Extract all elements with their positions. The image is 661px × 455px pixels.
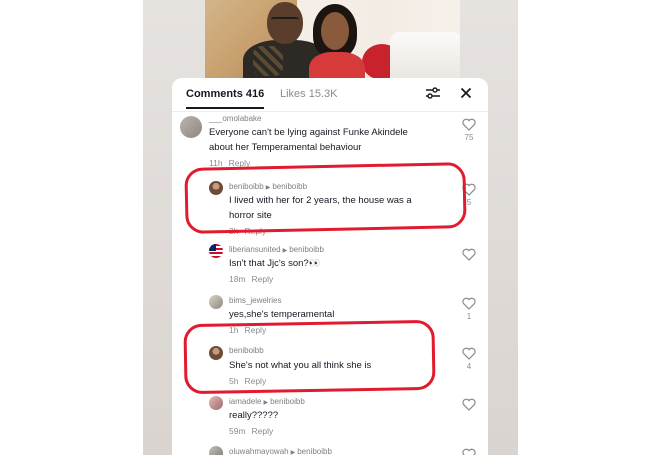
like-count: 4 (466, 362, 472, 371)
reply-to-username[interactable]: beniboibb (297, 447, 332, 455)
avatar[interactable] (209, 396, 223, 410)
reply-button[interactable]: Reply (252, 274, 274, 284)
avatar[interactable] (209, 295, 223, 309)
username-text[interactable]: oluwahmayowah (229, 447, 289, 455)
heart-outline-icon[interactable] (462, 118, 476, 131)
reply-button[interactable]: Reply (229, 158, 251, 168)
username-text[interactable]: liberiansunited (229, 245, 281, 254)
comment-text-line: She's not what you all think she is (229, 360, 372, 371)
reply-to-username[interactable]: beniboibb (289, 245, 324, 254)
like-count: 5 (466, 198, 472, 207)
active-tab-indicator (186, 107, 264, 109)
sliders-icon[interactable] (424, 84, 442, 102)
comment-text-line: yes,she's temperamental (229, 309, 335, 320)
woman-figure (309, 52, 365, 80)
reply-item: bims_jewelries yes,she's temperamental 1… (172, 295, 488, 339)
heart-outline-icon[interactable] (462, 248, 476, 261)
heart-outline-icon[interactable] (462, 347, 476, 360)
man-glasses (271, 17, 299, 25)
like-count: 1 (466, 312, 472, 321)
comment-meta: 1h Reply (229, 325, 266, 335)
man-jacket-pattern (253, 46, 283, 76)
comment-item: ___omolabake Everyone can't be lying aga… (172, 114, 488, 170)
reply-to-username[interactable]: beniboibb (272, 182, 307, 191)
reply-arrow-icon: ▶ (282, 248, 288, 254)
comment-time: 11h (209, 158, 223, 168)
comment-time: 5h (229, 376, 239, 386)
comment-username[interactable]: oluwahmayowah ▶ beniboibb (229, 447, 332, 455)
reply-item: beniboibb ▶ beniboibb I lived with her for… (172, 181, 488, 237)
comment-meta: 2h Reply (229, 226, 266, 236)
reply-arrow-icon: ▶ (263, 400, 269, 406)
comment-time: 59m (229, 426, 246, 436)
comment-meta: 11h Reply (209, 158, 250, 168)
close-icon[interactable] (457, 84, 475, 102)
comment-meta: 59m Reply (229, 426, 273, 436)
video-frame (205, 0, 460, 80)
comment-time: 18m (229, 274, 246, 284)
username-text[interactable]: iamadele (229, 397, 261, 406)
heart-outline-icon[interactable] (462, 448, 476, 455)
reply-item: oluwahmayowah ▶ beniboibb (172, 446, 488, 455)
heart-outline-icon[interactable] (462, 183, 476, 196)
username-text[interactable]: beniboibb (229, 182, 264, 191)
comments-tabs: Comments 416 Likes 15.3K (172, 78, 488, 110)
heart-outline-icon[interactable] (462, 297, 476, 310)
woman-face (321, 12, 349, 50)
comment-username[interactable]: liberiansunited ▶ beniboibb (229, 245, 324, 254)
comment-time: 2h (229, 226, 239, 236)
comment-text-line: really????? (229, 410, 279, 421)
avatar[interactable] (209, 346, 223, 360)
header-divider (172, 111, 488, 112)
comment-text-line: Everyone can't be lying against Funke Ak… (209, 127, 408, 138)
comment-time: 1h (229, 325, 239, 335)
reply-item: beniboibb She's not what you all think s… (172, 345, 488, 391)
lamp (390, 32, 460, 80)
flag-canton (209, 244, 216, 251)
comment-text-line: horror site (229, 210, 272, 221)
avatar[interactable] (209, 446, 223, 455)
flag-avatar[interactable] (209, 244, 223, 258)
comment-username[interactable]: iamadele ▶ beniboibb (229, 397, 305, 406)
comments-panel: Comments 416 Likes 15.3K ___omolabake Ev… (172, 78, 488, 455)
reply-button[interactable]: Reply (244, 226, 266, 236)
comment-username[interactable]: beniboibb ▶ beniboibb (229, 182, 307, 191)
avatar[interactable] (180, 116, 202, 138)
right-margin (518, 0, 661, 455)
tab-likes[interactable]: Likes 15.3K (280, 88, 337, 100)
like-count: 75 (464, 133, 474, 142)
reply-button[interactable]: Reply (244, 376, 266, 386)
comment-meta: 18m Reply (229, 274, 273, 284)
comment-meta: 5h Reply (229, 376, 266, 386)
reply-arrow-icon: ▶ (290, 450, 296, 455)
left-margin (0, 0, 143, 455)
comment-username[interactable]: ___omolabake (209, 114, 261, 123)
comment-username[interactable]: beniboibb (229, 346, 264, 355)
heart-outline-icon[interactable] (462, 398, 476, 411)
reply-item: liberiansunited ▶ beniboibb Isn't that Jjc… (172, 244, 488, 288)
comment-text-line: I lived with her for 2 years, the house … (229, 195, 412, 206)
reply-button[interactable]: Reply (244, 325, 266, 335)
comment-username[interactable]: bims_jewelries (229, 296, 281, 305)
comment-text-line: Isn't that Jjc's son?👀 (229, 258, 321, 269)
reply-to-username[interactable]: beniboibb (270, 397, 305, 406)
comment-text-line: about her Temperamental behaviour (209, 142, 362, 153)
avatar[interactable] (209, 181, 223, 195)
tab-comments[interactable]: Comments 416 (186, 88, 264, 100)
reply-button[interactable]: Reply (252, 426, 274, 436)
reply-item: iamadele ▶ beniboibb really????? 59m Reply (172, 396, 488, 440)
reply-arrow-icon: ▶ (265, 185, 271, 191)
